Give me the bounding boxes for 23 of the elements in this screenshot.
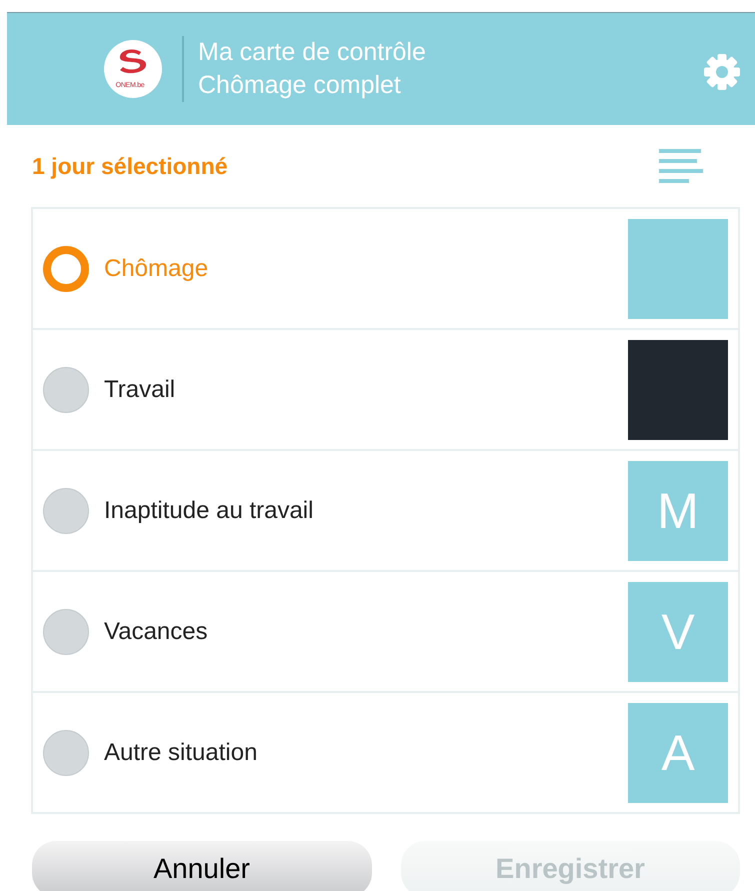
cancel-button[interactable]: Annuler	[32, 841, 372, 891]
option-label: Vacances	[104, 618, 209, 646]
app-subtitle: Chômage complet	[198, 70, 402, 101]
menu-icon[interactable]	[659, 149, 703, 183]
color-tile: M	[628, 460, 728, 560]
radio-button[interactable]	[43, 730, 89, 776]
option-row[interactable]: Vacances V	[33, 570, 738, 691]
option-row[interactable]: Autre situation A	[33, 691, 738, 812]
color-tile: V	[628, 582, 728, 682]
radio-button[interactable]	[43, 608, 89, 654]
radio-button[interactable]	[43, 366, 89, 412]
color-tile: A	[628, 702, 728, 802]
app-title: Ma carte de contrôle	[198, 37, 426, 68]
radio-button[interactable]	[43, 488, 89, 534]
radio-button[interactable]	[43, 246, 89, 292]
option-row[interactable]: Inaptitude au travail M	[33, 449, 738, 570]
option-label: Autre situation	[104, 738, 258, 766]
option-label: Inaptitude au travail	[104, 496, 314, 524]
option-label: Chômage	[104, 254, 210, 282]
selection-summary: 1 jour sélectionné	[32, 152, 228, 180]
settings-icon[interactable]	[703, 53, 741, 91]
option-label: Travail	[104, 376, 176, 404]
option-row[interactable]: Travail	[33, 328, 738, 449]
